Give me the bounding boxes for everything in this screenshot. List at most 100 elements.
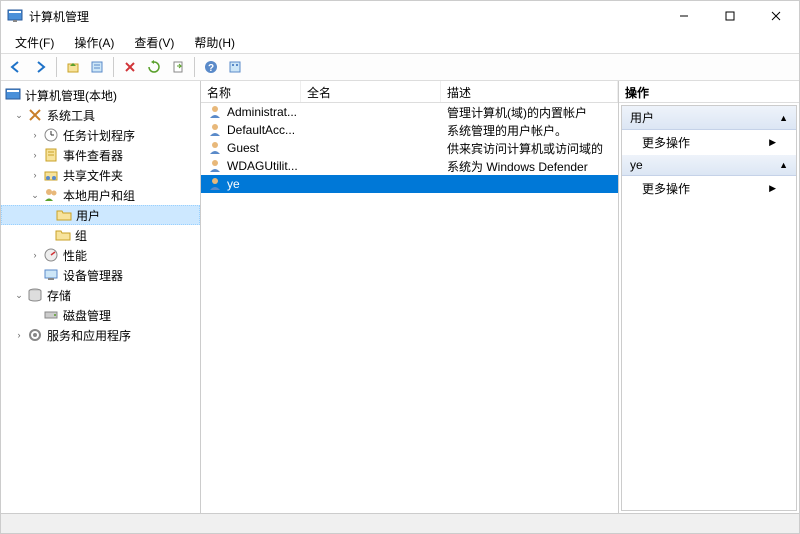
tree-label: 本地用户和组 <box>63 187 135 204</box>
cell-name: Guest <box>201 140 301 156</box>
expand-icon[interactable]: › <box>29 150 41 160</box>
app-icon <box>7 8 23 24</box>
list-row[interactable]: DefaultAcc... 系统管理的用户帐户。 <box>201 121 618 139</box>
list-row[interactable]: WDAGUtilit... 系统为 Windows Defender <box>201 157 618 175</box>
tree-users[interactable]: 用户 <box>1 205 200 225</box>
event-icon <box>43 147 59 163</box>
cell-desc: 系统管理的用户帐户。 <box>441 122 618 139</box>
tree-label: 存储 <box>47 287 71 304</box>
separator <box>194 57 195 77</box>
tree-label: 任务计划程序 <box>63 127 135 144</box>
up-button[interactable] <box>62 56 84 78</box>
action-section-ye[interactable]: ye ▲ <box>622 155 796 176</box>
cell-desc: 管理计算机(域)的内置帐户 <box>441 104 618 121</box>
tree-shared[interactable]: › 共享文件夹 <box>1 165 200 185</box>
action-section-label: 用户 <box>630 109 654 126</box>
menu-action[interactable]: 操作(A) <box>66 32 122 53</box>
tree-root[interactable]: 计算机管理(本地) <box>1 85 200 105</box>
options-button[interactable] <box>224 56 246 78</box>
actions-header: 操作 <box>619 81 799 103</box>
user-name: Administrat... <box>227 105 297 119</box>
tree-label: 用户 <box>76 207 100 224</box>
statusbar <box>1 513 799 533</box>
user-icon <box>207 122 223 138</box>
action-section-users[interactable]: 用户 ▲ <box>622 106 796 130</box>
forward-button[interactable] <box>29 56 51 78</box>
action-more-2[interactable]: 更多操作 ▶ <box>622 176 796 201</box>
svg-text:?: ? <box>208 63 214 74</box>
help-button[interactable]: ? <box>200 56 222 78</box>
storage-icon <box>27 287 43 303</box>
collapse-icon[interactable]: ⌄ <box>13 110 25 121</box>
toolbar: ? <box>1 53 799 81</box>
tree-scheduler[interactable]: › 任务计划程序 <box>1 125 200 145</box>
action-section-label: ye <box>630 158 643 172</box>
services-icon <box>27 327 43 343</box>
window-title: 计算机管理 <box>29 8 661 25</box>
tree-systools[interactable]: ⌄ 系统工具 <box>1 105 200 125</box>
tree-eventviewer[interactable]: › 事件查看器 <box>1 145 200 165</box>
actions-pane: 操作 用户 ▲ 更多操作 ▶ ye ▲ 更多操作 ▶ <box>619 81 799 513</box>
tree-storage[interactable]: ⌄ 存储 <box>1 285 200 305</box>
cell-name: WDAGUtilit... <box>201 158 301 174</box>
col-desc[interactable]: 描述 <box>441 81 618 102</box>
expand-icon[interactable]: › <box>13 330 25 340</box>
action-label: 更多操作 <box>642 180 690 197</box>
disk-icon <box>43 307 59 323</box>
user-icon <box>207 104 223 120</box>
user-icon <box>207 140 223 156</box>
collapse-icon: ▲ <box>779 113 788 123</box>
titlebar: 计算机管理 <box>1 1 799 31</box>
list-row[interactable]: Guest 供来宾访问计算机或访问域的 <box>201 139 618 157</box>
tree-label: 服务和应用程序 <box>47 327 131 344</box>
tree-devmgr[interactable]: 设备管理器 <box>1 265 200 285</box>
collapse-icon[interactable]: ⌄ <box>13 290 25 301</box>
action-label: 更多操作 <box>642 134 690 151</box>
tree-pane[interactable]: 计算机管理(本地) ⌄ 系统工具 › 任务计划程序 › 事件查看器 › 共享文件… <box>1 81 201 513</box>
cell-desc: 系统为 Windows Defender <box>441 158 618 175</box>
list-body[interactable]: Administrat...管理计算机(域)的内置帐户DefaultAcc...… <box>201 103 618 513</box>
perf-icon <box>43 247 59 263</box>
folder-icon <box>56 207 72 223</box>
collapse-icon[interactable]: ⌄ <box>29 190 41 201</box>
user-icon <box>207 158 223 174</box>
separator <box>56 57 57 77</box>
expand-icon[interactable]: › <box>29 250 41 260</box>
user-name: ye <box>227 177 240 191</box>
back-button[interactable] <box>5 56 27 78</box>
tree-services[interactable]: › 服务和应用程序 <box>1 325 200 345</box>
properties-button[interactable] <box>86 56 108 78</box>
tree-label: 性能 <box>63 247 87 264</box>
tree-perf[interactable]: › 性能 <box>1 245 200 265</box>
action-more-1[interactable]: 更多操作 ▶ <box>622 130 796 155</box>
maximize-button[interactable] <box>707 1 753 31</box>
col-fullname[interactable]: 全名 <box>301 81 441 102</box>
tools-icon <box>27 107 43 123</box>
clock-icon <box>43 127 59 143</box>
tree-label: 组 <box>75 227 87 244</box>
cell-name: ye <box>201 176 301 192</box>
cell-name: Administrat... <box>201 104 301 120</box>
tree-disk[interactable]: 磁盘管理 <box>1 305 200 325</box>
tree-label: 系统工具 <box>47 107 95 124</box>
folder-icon <box>55 227 71 243</box>
export-button[interactable] <box>167 56 189 78</box>
close-button[interactable] <box>753 1 799 31</box>
menu-file[interactable]: 文件(F) <box>7 32 62 53</box>
refresh-button[interactable] <box>143 56 165 78</box>
delete-button[interactable] <box>119 56 141 78</box>
menu-view[interactable]: 查看(V) <box>126 32 182 53</box>
user-name: DefaultAcc... <box>227 123 295 137</box>
minimize-button[interactable] <box>661 1 707 31</box>
col-name[interactable]: 名称 <box>201 81 301 102</box>
collapse-icon: ▲ <box>779 160 788 170</box>
tree-groups[interactable]: 组 <box>1 225 200 245</box>
expand-icon[interactable]: › <box>29 130 41 140</box>
list-row[interactable]: ye <box>201 175 618 193</box>
tree-label: 事件查看器 <box>63 147 123 164</box>
expand-icon[interactable]: › <box>29 170 41 180</box>
menu-help[interactable]: 帮助(H) <box>186 32 243 53</box>
cell-desc: 供来宾访问计算机或访问域的 <box>441 140 618 157</box>
tree-localusers[interactable]: ⌄ 本地用户和组 <box>1 185 200 205</box>
list-row[interactable]: Administrat... 管理计算机(域)的内置帐户 <box>201 103 618 121</box>
